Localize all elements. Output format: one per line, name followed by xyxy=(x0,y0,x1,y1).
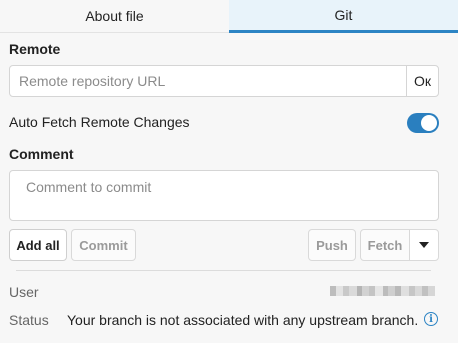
commit-button[interactable]: Commit xyxy=(71,229,136,261)
fetch-button[interactable]: Fetch xyxy=(360,229,410,261)
auto-fetch-label: Auto Fetch Remote Changes xyxy=(9,114,190,130)
tab-git[interactable]: Git xyxy=(229,0,458,33)
remote-label: Remote xyxy=(9,41,61,57)
divider xyxy=(16,270,431,271)
chevron-down-icon xyxy=(419,242,429,248)
status-label: Status xyxy=(9,312,49,328)
add-all-button[interactable]: Add all xyxy=(9,229,67,261)
comment-label: Comment xyxy=(9,146,74,162)
tab-about-file[interactable]: About file xyxy=(0,0,229,33)
toggle-knob xyxy=(421,115,437,131)
fetch-options-button[interactable] xyxy=(409,229,439,261)
push-button[interactable]: Push xyxy=(308,229,356,261)
tab-git-label: Git xyxy=(334,7,353,23)
user-value-redacted xyxy=(330,286,439,296)
auto-fetch-toggle[interactable] xyxy=(407,113,439,133)
comment-input[interactable] xyxy=(9,170,439,221)
ok-button[interactable]: Oк xyxy=(406,65,439,97)
tab-about-file-label: About file xyxy=(85,8,144,24)
remote-url-input[interactable] xyxy=(9,65,407,97)
user-label: User xyxy=(9,284,39,300)
tab-bar: About file Git xyxy=(0,0,458,33)
status-text: Your branch is not associated with any u… xyxy=(67,312,419,328)
info-icon[interactable]: i xyxy=(424,312,438,326)
